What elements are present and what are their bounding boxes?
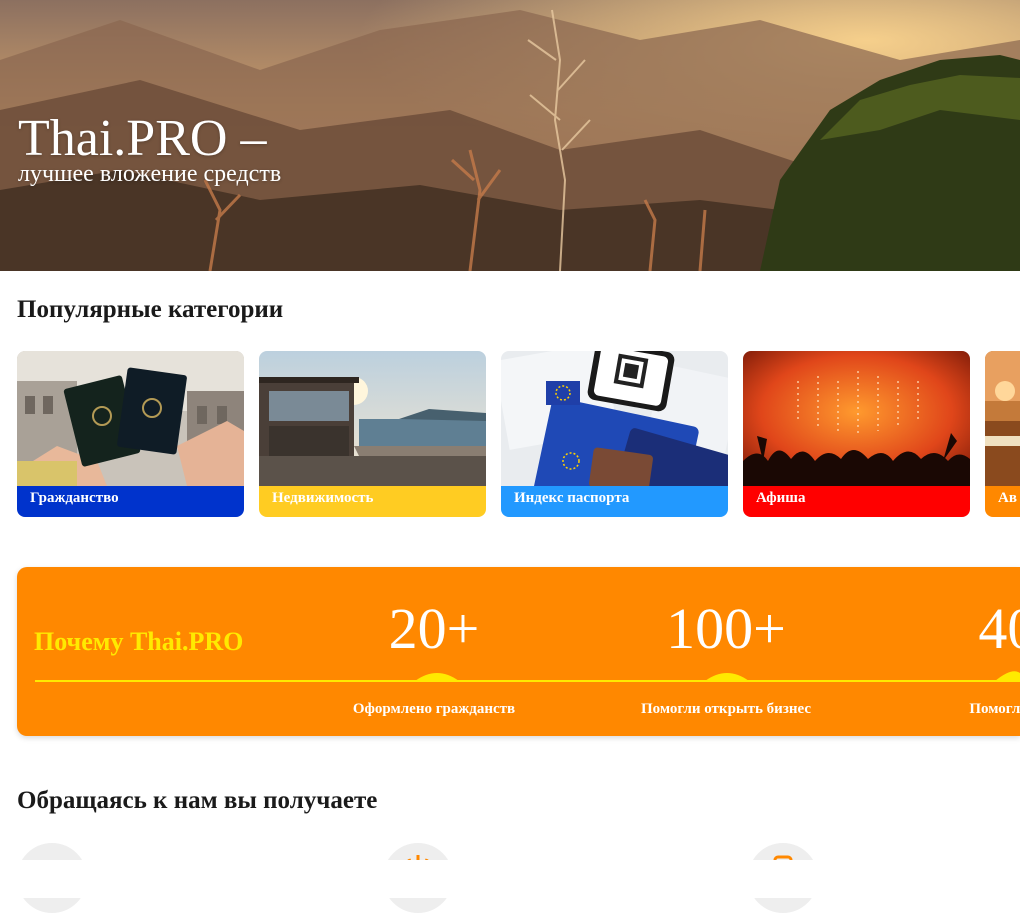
stat-label-third: Помогли в в <box>969 701 1020 717</box>
category-card-passport-index[interactable]: Индекс паспорта <box>501 351 728 517</box>
concert-crowd-photo <box>743 351 970 486</box>
benefits-heading: Обращаясь к нам вы получаете <box>17 787 378 814</box>
page-bottom <box>0 860 1020 898</box>
category-card-real-estate[interactable]: Недвижимость <box>259 351 486 517</box>
stat-value-businesses: 100+ <box>666 596 786 661</box>
categories-carousel: Гражданство Недвижимость Индекс паспорта… <box>17 351 1020 521</box>
cafe-photo <box>985 351 1020 486</box>
category-card-auto[interactable]: Ав <box>985 351 1020 517</box>
stat-label-businesses: Помогли открыть бизнес <box>641 701 811 717</box>
stat-value-citizenships: 20+ <box>388 596 480 661</box>
category-label-passport-index: Индекс паспорта <box>514 490 630 506</box>
hero-subtitle: лучшее вложение средств <box>18 161 282 187</box>
eu-digital-certificate-photo <box>501 351 728 486</box>
hero-banner: Thai.PRO – лучшее вложение средств <box>0 0 1020 271</box>
category-label-events: Афиша <box>756 490 806 506</box>
why-thaipro-panel: Почему Thai.PRO 20+ Оформлено гражданств… <box>17 567 1020 736</box>
category-card-events[interactable]: Афиша <box>743 351 970 517</box>
category-label-real-estate: Недвижимость <box>272 490 374 506</box>
seaside-villa-photo <box>259 351 486 486</box>
categories-heading: Популярные категории <box>17 296 284 323</box>
passports-in-hands-photo <box>17 351 244 486</box>
category-label-citizenship: Гражданство <box>30 490 119 506</box>
stat-label-citizenships: Оформлено гражданств <box>352 701 516 717</box>
category-card-citizenship[interactable]: Гражданство <box>17 351 244 517</box>
category-label-auto: Ав <box>998 490 1017 506</box>
stat-value-third: 40( <box>978 596 1020 661</box>
why-title: Почему Thai.PRO <box>34 627 244 656</box>
